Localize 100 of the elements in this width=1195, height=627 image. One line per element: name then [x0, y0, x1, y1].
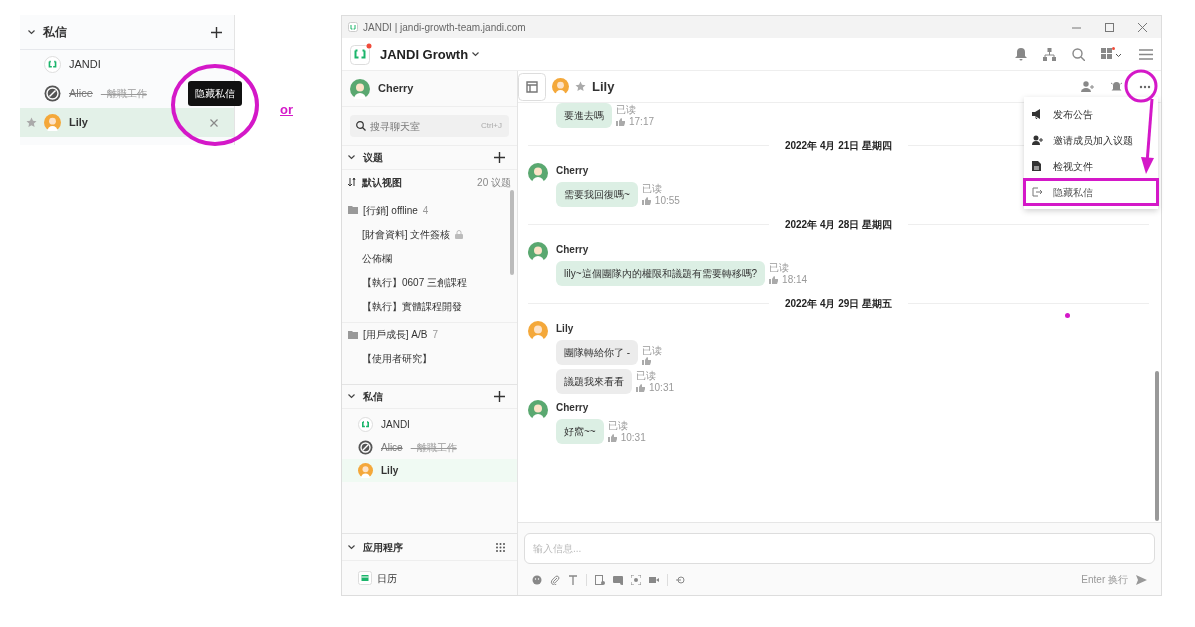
- menu-item[interactable]: 发布公告: [1024, 101, 1158, 127]
- topic-count: 20 议题: [477, 175, 511, 190]
- folder-icon: [348, 330, 358, 339]
- sort-icon: [348, 178, 357, 186]
- thumbs-up-icon: [616, 118, 625, 126]
- message-bubble: 需要我回復嗎~: [556, 182, 638, 207]
- thumbs-up-icon: [636, 384, 645, 392]
- message-bubble: 議題我來看看: [556, 369, 632, 394]
- avatar-icon: [552, 78, 569, 95]
- apps-icon[interactable]: [1101, 47, 1123, 61]
- dm-item[interactable]: JANDI: [342, 413, 517, 436]
- menu-icon[interactable]: [1139, 48, 1153, 60]
- send-icon[interactable]: [1136, 574, 1147, 585]
- alarm-bell-icon[interactable]: [1110, 80, 1123, 93]
- menu-item[interactable]: 隐藏私信: [1024, 179, 1158, 205]
- todo-icon[interactable]: [595, 574, 605, 585]
- bell-icon[interactable]: [1015, 47, 1027, 61]
- topic-name[interactable]: 公佈欄: [362, 250, 392, 266]
- dm-name: Lily: [69, 115, 88, 131]
- lock-icon: [455, 229, 464, 239]
- dm-item[interactable]: JANDI: [20, 50, 234, 79]
- file-icon: [1032, 161, 1043, 171]
- disabled-icon: [358, 440, 373, 455]
- avatar-icon: [350, 78, 370, 99]
- avatar-icon: [528, 321, 548, 341]
- plus-icon[interactable]: [211, 26, 222, 38]
- chevron-icon[interactable]: [348, 544, 355, 550]
- org-chart-icon[interactable]: [1043, 47, 1056, 61]
- author-name: Cherry: [556, 164, 590, 178]
- dm-status: - 離職工作: [410, 441, 457, 455]
- read-receipt: 已读: [616, 104, 637, 116]
- star-icon[interactable]: [26, 117, 37, 128]
- annotation-dot: [1065, 313, 1070, 318]
- folder-name[interactable]: [行銷] offline: [363, 202, 418, 218]
- calendar-icon: [358, 571, 372, 585]
- grid-icon[interactable]: [496, 542, 505, 552]
- dm-name: JANDI: [381, 418, 410, 432]
- hide-icon: [1032, 187, 1043, 197]
- close-icon[interactable]: [1138, 22, 1147, 32]
- thumbs-up-icon: [642, 357, 652, 365]
- app-name[interactable]: 日历: [377, 570, 397, 586]
- chevron-icon[interactable]: [348, 394, 355, 399]
- avatar-icon: [528, 400, 548, 420]
- dm-name: Lily: [381, 464, 399, 478]
- chat-title: Lily: [592, 77, 615, 96]
- layout-icon[interactable]: [518, 72, 546, 101]
- dm-status: - 離職工作: [100, 87, 147, 101]
- add-member-icon[interactable]: [1081, 81, 1094, 92]
- read-receipt: 已读: [642, 345, 663, 357]
- topic-name[interactable]: 【使用者研究】: [362, 350, 432, 366]
- attach-icon[interactable]: [550, 574, 560, 585]
- chevron-icon[interactable]: [348, 155, 355, 160]
- message-time: 17:17: [629, 116, 655, 128]
- dm-name: Alice: [381, 441, 403, 455]
- view-name: 默认视图: [362, 175, 402, 190]
- dm-item[interactable]: Alice - 離職工作: [342, 436, 517, 459]
- menu-item[interactable]: 邀请成员加入议题: [1024, 127, 1158, 153]
- dm-item[interactable]: Lily: [342, 459, 517, 482]
- author-name: Lily: [556, 322, 575, 336]
- read-receipt: 已读: [641, 183, 663, 195]
- message-time: 18:14: [782, 274, 808, 286]
- section-title: 私信: [43, 24, 67, 41]
- menu-item[interactable]: 检视文件: [1024, 153, 1158, 179]
- message-input[interactable]: 输入信息...: [524, 533, 1155, 564]
- text-format-icon[interactable]: [568, 574, 578, 585]
- section-title: 私信: [363, 390, 383, 404]
- star-icon[interactable]: [575, 81, 586, 92]
- window-title: JANDI | jandi-growth-team.jandi.com: [363, 20, 526, 35]
- message-time: 10:31: [620, 432, 646, 444]
- chevron-icon: [472, 51, 480, 57]
- folder-count: 7: [432, 328, 438, 342]
- plus-icon[interactable]: [494, 391, 505, 402]
- chevron-icon[interactable]: [28, 29, 35, 35]
- integration-icon[interactable]: [676, 574, 686, 585]
- plus-icon[interactable]: [494, 152, 505, 163]
- or-label: or: [280, 101, 293, 119]
- search-icon[interactable]: [1072, 47, 1085, 61]
- screenshot-icon[interactable]: [631, 574, 641, 585]
- logo-icon: [350, 43, 372, 65]
- topic-name[interactable]: 【執行】實體課程開發: [362, 298, 462, 314]
- date-divider: 2022年 4月 28日 星期四: [784, 218, 893, 232]
- maximize-icon[interactable]: [1105, 22, 1114, 32]
- dm-item[interactable]: Lily: [20, 108, 234, 137]
- read-receipt: 已读: [769, 262, 791, 274]
- topic-name[interactable]: 【執行】0607 三創課程: [362, 274, 468, 290]
- more-icon[interactable]: [1139, 84, 1151, 89]
- video-icon[interactable]: [649, 574, 659, 585]
- message-bubble: 團隊轉給你了 -: [556, 340, 639, 365]
- dm-name: JANDI: [69, 57, 101, 73]
- tooltip: 隐藏私信: [188, 81, 242, 106]
- folder-name[interactable]: [用戶成長] A/B: [363, 327, 428, 342]
- thumbs-up-icon: [641, 197, 651, 205]
- thumbs-up-icon: [769, 276, 779, 284]
- message-time: 10:55: [654, 195, 680, 207]
- topic-name[interactable]: [財會資料] 文件簽核: [362, 226, 451, 242]
- emoji-icon[interactable]: [532, 574, 542, 585]
- team-name[interactable]: JANDI Growth: [380, 47, 480, 61]
- hide-dm-button[interactable]: [210, 118, 218, 127]
- avatar-icon: [358, 463, 373, 478]
- message-bubble: 要進去嗎: [556, 103, 612, 128]
